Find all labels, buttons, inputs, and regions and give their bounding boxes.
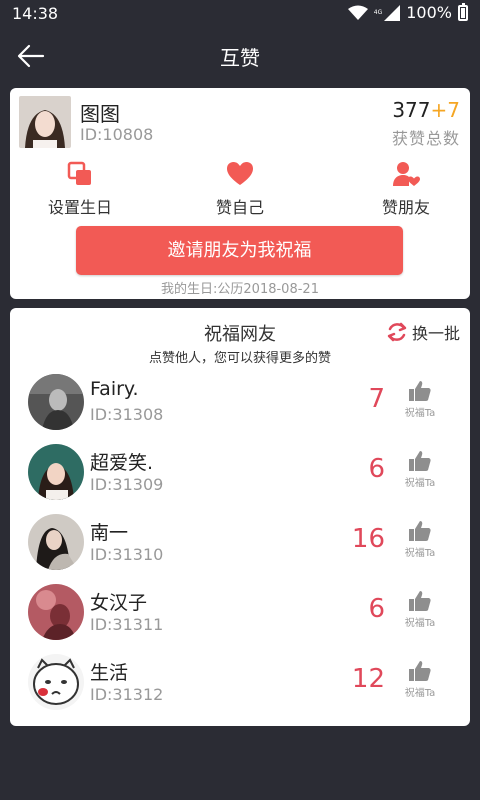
heart-icon xyxy=(227,162,253,185)
friend-like-count: 6 xyxy=(368,454,385,484)
refresh-button[interactable]: 换一批 xyxy=(386,320,460,344)
calendar-icon xyxy=(67,161,91,185)
battery-icon xyxy=(458,2,468,21)
friends-card: 祝福网友 换一批 点赞他人，您可以获得更多的赞 Fairy. ID:31308 … xyxy=(10,308,470,726)
friend-like-count: 16 xyxy=(351,524,385,554)
friend-like-count: 12 xyxy=(351,664,385,694)
user-heart-icon xyxy=(393,162,420,186)
friend-name: 女汉子 xyxy=(90,592,148,614)
refresh-icon xyxy=(387,322,407,342)
profile-id: ID:10808 xyxy=(80,125,154,144)
friend-like-count: 7 xyxy=(368,384,385,414)
status-time: 14:38 xyxy=(12,4,59,23)
avatar[interactable] xyxy=(28,374,84,430)
birthday-text: 我的生日:公历2018-08-21 xyxy=(161,282,319,297)
bless-label: 祝福Ta xyxy=(404,478,436,489)
avatar[interactable] xyxy=(28,444,84,500)
bless-label: 祝福Ta xyxy=(404,548,436,559)
thumbs-up-icon xyxy=(409,661,431,681)
likes-label: 获赞总数 xyxy=(391,129,460,148)
friend-id: ID:31311 xyxy=(90,615,164,634)
status-icons: 4G 100% xyxy=(347,2,468,22)
bless-label: 祝福Ta xyxy=(404,688,436,699)
page-title: 互赞 xyxy=(220,46,260,70)
refresh-label: 换一批 xyxy=(411,324,460,343)
bless-button[interactable]: 祝福Ta xyxy=(400,450,440,489)
friend-like-count: 6 xyxy=(368,594,385,624)
friend-name: 超爱笑. xyxy=(90,452,154,474)
bless-button[interactable]: 祝福Ta xyxy=(400,380,440,419)
friend-id: ID:31310 xyxy=(90,545,164,564)
friend-row[interactable]: 南一 ID:31310 16 祝福Ta xyxy=(10,512,470,572)
friend-name: Fairy. xyxy=(90,378,139,400)
thumbs-up-icon xyxy=(409,451,431,471)
section-subtitle: 点赞他人，您可以获得更多的赞 xyxy=(148,351,331,366)
thumbs-up-icon xyxy=(409,521,431,541)
friend-row[interactable]: 女汉子 ID:31311 6 祝福Ta xyxy=(10,582,470,642)
invite-friends-button[interactable]: 邀请朋友为我祝福 xyxy=(76,226,403,275)
avatar[interactable] xyxy=(28,654,84,710)
friend-name: 生活 xyxy=(90,662,129,684)
avatar[interactable] xyxy=(28,514,84,570)
friend-id: ID:31308 xyxy=(90,405,164,424)
app-bar: 互赞 xyxy=(0,28,480,84)
profile-card: 图图 ID:10808 377+7 获赞总数 设置生日 赞自己 赞朋友 邀请朋友… xyxy=(10,88,470,299)
like-self-button[interactable]: 赞自己 xyxy=(180,160,300,218)
network-label: 4G xyxy=(373,8,383,16)
like-friends-button[interactable]: 赞朋友 xyxy=(346,160,466,218)
friend-id: ID:31312 xyxy=(90,685,164,704)
set-birthday-button[interactable]: 设置生日 xyxy=(20,160,140,218)
thumbs-up-icon xyxy=(409,381,431,401)
friend-row[interactable]: 超爱笑. ID:31309 6 祝福Ta xyxy=(10,442,470,502)
bless-button[interactable]: 祝福Ta xyxy=(400,660,440,699)
avatar[interactable] xyxy=(28,584,84,640)
friend-name: 南一 xyxy=(90,522,129,544)
friend-row[interactable]: 生活 ID:31312 12 祝福Ta xyxy=(10,652,470,712)
like-friends-label: 赞朋友 xyxy=(381,198,430,217)
signal-icon xyxy=(384,4,401,21)
likes-total: 377+7 xyxy=(392,98,460,122)
thumbs-up-icon xyxy=(409,591,431,611)
friend-row[interactable]: Fairy. ID:31308 7 祝福Ta xyxy=(10,372,470,432)
avatar[interactable] xyxy=(19,96,71,148)
likes-count: 377 xyxy=(392,98,431,122)
wifi-icon xyxy=(347,5,368,20)
bless-button[interactable]: 祝福Ta xyxy=(400,520,440,559)
set-birthday-label: 设置生日 xyxy=(47,198,112,217)
bless-label: 祝福Ta xyxy=(404,408,436,419)
bless-button[interactable]: 祝福Ta xyxy=(400,590,440,629)
status-bar: 14:38 4G 100% xyxy=(0,0,480,28)
like-self-label: 赞自己 xyxy=(215,198,264,217)
battery-percent: 100% xyxy=(406,3,452,22)
profile-name: 图图 xyxy=(80,102,120,126)
likes-increment: +7 xyxy=(430,98,460,122)
friend-id: ID:31309 xyxy=(90,475,164,494)
bless-label: 祝福Ta xyxy=(404,618,436,629)
